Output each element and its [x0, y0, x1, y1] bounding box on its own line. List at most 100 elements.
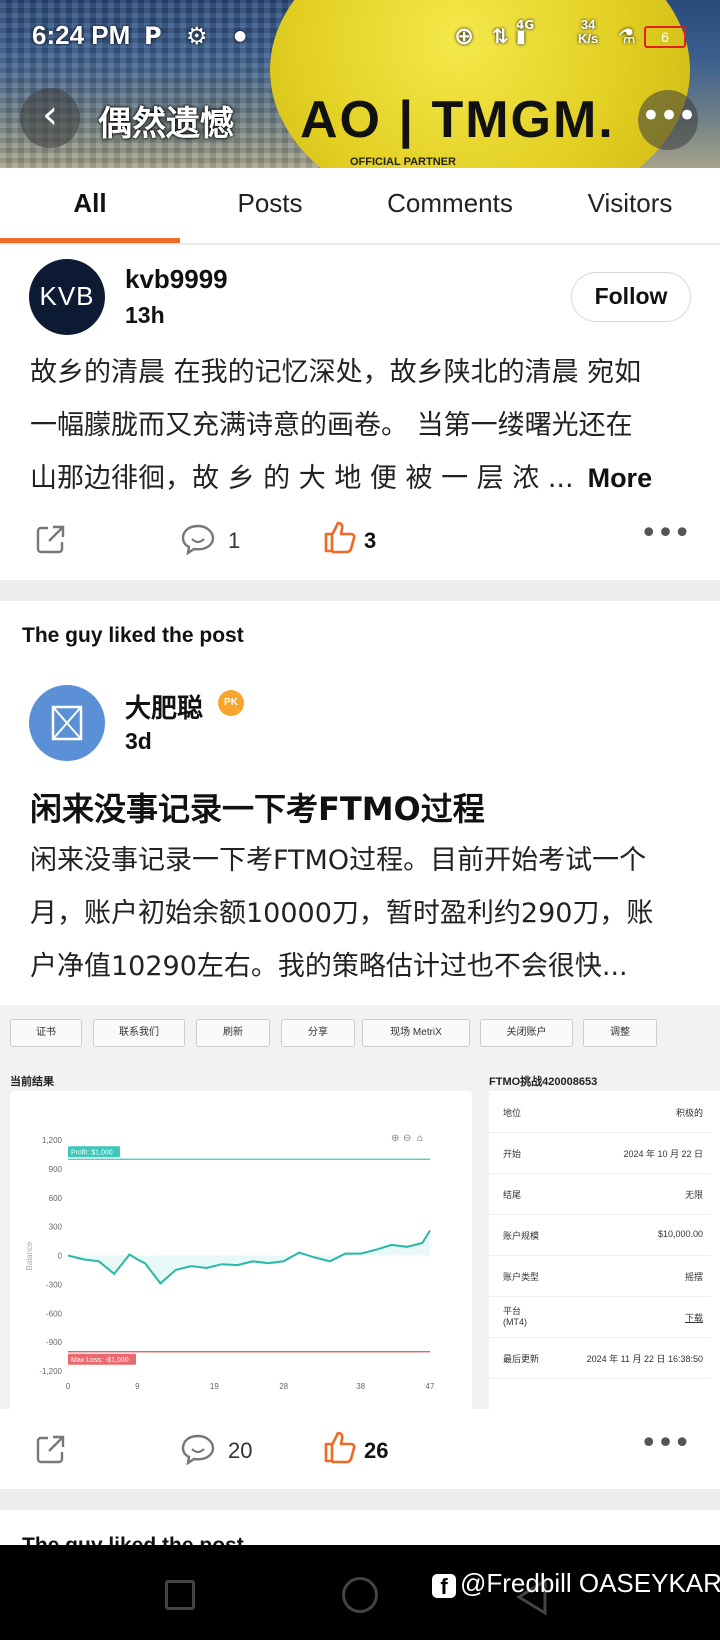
profit-label: Profit: $1,000: [71, 1149, 113, 1156]
tab-visitors[interactable]: Visitors: [540, 188, 720, 219]
info-value: 无限: [684, 1190, 703, 1200]
chart-panel-title: 当前结果: [10, 1076, 54, 1088]
y-tick-label: -900: [46, 1338, 63, 1347]
y-tick-label: 600: [49, 1194, 63, 1203]
ellipsis-icon: •••: [640, 96, 697, 136]
tab-bar: All Posts Comments Visitors: [0, 168, 720, 244]
thumbs-up-icon: [324, 521, 356, 554]
post-menu-button[interactable]: •••: [640, 1426, 691, 1461]
signal-arrows-icon: ⇅: [492, 24, 509, 48]
share-button[interactable]: [34, 522, 68, 560]
info-value: 2024 年 10 月 22 日: [623, 1149, 703, 1159]
watermark: f @Fredbill OASEYKAR: [432, 1568, 720, 1599]
balance-chart: 1,200 900 600 300 0 -300 -600 -900 -1,200 0 9 19 28 3…: [25, 1133, 435, 1391]
info-key: 开始: [503, 1149, 522, 1159]
comment-count: 1: [228, 528, 241, 553]
chart-panel: 1,200 900 600 300 0 -300 -600 -900 -1,200 0 9 19 28 3…: [10, 1091, 472, 1409]
data-saver-icon: ⊕: [454, 22, 475, 50]
comment-button[interactable]: [180, 522, 216, 560]
toolbar-button: 调整: [583, 1019, 657, 1047]
post-body[interactable]: 闲来没事记录一下考FTMO过程。目前开始考试一个 月，账户初始余额10000刀，…: [30, 834, 653, 993]
account-info-panel: 地位 积极的开始 2024 年 10 月 22 日结尾 无限账户规模 $10,000.0…: [489, 1091, 720, 1409]
y-tick-label: 900: [49, 1165, 63, 1174]
post-body-line: 山那边徘徊，故 乡 的 大 地 便 被 一 层 浓 ... More: [30, 463, 653, 494]
liked-note: The guy liked the post: [22, 624, 244, 647]
y-tick-label: 1,200: [42, 1136, 63, 1145]
toolbar-button: 证书: [10, 1019, 82, 1047]
toolbar-button: 刷新: [196, 1019, 270, 1047]
info-row: 最后更新 2024 年 11 月 22 日 16:38:50: [489, 1337, 711, 1379]
more-options-button[interactable]: •••: [638, 90, 698, 150]
facebook-icon: f: [432, 1574, 456, 1599]
share-icon: [36, 525, 65, 554]
signal-bars-icon: ▮: [516, 26, 526, 47]
like-button[interactable]: [322, 519, 358, 559]
username[interactable]: 大肥聪: [125, 688, 203, 725]
comment-count: 20: [228, 1438, 253, 1463]
gear-icon: ⚙: [186, 22, 208, 50]
balance-area: [68, 1230, 430, 1284]
post-title[interactable]: 闲来没事记录一下考FTMO过程: [30, 784, 485, 830]
x-tick-label: 0: [66, 1382, 71, 1391]
y-tick-label: 300: [49, 1223, 63, 1232]
y-tick-label: -300: [46, 1280, 63, 1289]
network-speed: 34 K/s: [578, 17, 599, 46]
y-tick-label: -600: [46, 1309, 63, 1318]
like-count: 3: [364, 528, 377, 553]
tab-posts[interactable]: Posts: [180, 188, 360, 219]
x-tick-label: 28: [279, 1382, 288, 1391]
share-button[interactable]: [34, 1432, 68, 1470]
post-body-line: 户净值10290左右。我的策略估计过也不会很快...: [30, 951, 628, 982]
post-time: 13h: [125, 302, 165, 328]
like-button[interactable]: [322, 1429, 358, 1469]
info-value: 下载: [684, 1313, 703, 1323]
banner-brand: AO | TMGM.: [300, 91, 615, 149]
status-bar: 6:24 PM P ⚙ ● ⊕ ⇅ 4G ▮ 34 K/s ⚗ 6: [0, 18, 720, 58]
info-row: 平台 (MT4) 下载: [489, 1296, 711, 1338]
recents-button[interactable]: [165, 1580, 195, 1610]
tab-all[interactable]: All: [0, 188, 180, 219]
like-count: 26: [364, 1438, 389, 1463]
post-actions: 1 3 •••: [0, 510, 720, 570]
info-row: 地位 积极的: [489, 1091, 711, 1133]
chevron-left-icon: ‹: [42, 92, 58, 138]
flask-icon: ⚗: [618, 24, 636, 48]
info-row: 开始 2024 年 10 月 22 日: [489, 1132, 711, 1174]
profile-header: AO | TMGM. OFFICIAL PARTNER 6:24 PM P ⚙ …: [0, 0, 720, 168]
post-body-line: 故乡的清晨 在我的记忆深处，故乡陕北的清晨 宛如: [30, 357, 642, 388]
thumbs-up-icon: [324, 1431, 356, 1464]
post-body-line: 闲来没事记录一下考FTMO过程。目前开始考试一个: [30, 845, 647, 876]
y-tick-label: 0: [58, 1252, 63, 1261]
more-link[interactable]: More: [588, 463, 653, 493]
x-tick-label: 38: [356, 1382, 365, 1391]
username[interactable]: kvb9999: [125, 264, 228, 295]
post-body[interactable]: 故乡的清晨 在我的记忆深处，故乡陕北的清晨 宛如 一幅朦胧而又充满诗意的画卷。 …: [30, 346, 652, 505]
info-value: 摇摆: [684, 1272, 703, 1282]
comment-button[interactable]: [180, 1432, 216, 1470]
x-tick-label: 19: [210, 1382, 219, 1391]
post-menu-button[interactable]: •••: [640, 516, 691, 551]
follow-button[interactable]: Follow: [571, 272, 691, 322]
back-button[interactable]: ‹: [20, 88, 80, 148]
comment-icon: [181, 1434, 215, 1466]
info-key: 结尾: [503, 1190, 522, 1200]
loss-label: Max Loss: -$1,000: [71, 1357, 129, 1364]
y-axis-label: Balance: [25, 1241, 34, 1270]
info-key: 账户类型: [503, 1272, 540, 1282]
parking-icon: P: [144, 22, 162, 50]
avatar[interactable]: [29, 685, 105, 761]
toolbar-button: 关闭账户: [480, 1019, 573, 1047]
avatar[interactable]: KVB: [29, 259, 105, 335]
info-value: $10,000.00: [657, 1229, 703, 1239]
post-body-line: 月，账户初始余额10000刀，暂时盈利约290刀，账: [30, 898, 654, 929]
pk-badge: PK: [218, 690, 244, 716]
battery-indicator: 6: [644, 26, 686, 48]
info-value: 2024 年 11 月 22 日 16:38:50: [586, 1354, 703, 1364]
share-icon: [36, 1435, 65, 1464]
post-image[interactable]: 证书 联系我们 刷新 分享 现场 MetriX 关闭账户 调整 当前结果 FTM…: [0, 1005, 720, 1409]
post-body-line: 一幅朦胧而又充满诗意的画卷。 当第一缕曙光还在: [30, 410, 633, 441]
info-panel-title: FTMO挑战420008653: [489, 1076, 598, 1088]
info-key: 账户规模: [503, 1231, 540, 1241]
tab-comments[interactable]: Comments: [360, 188, 540, 219]
home-button[interactable]: [342, 1577, 378, 1613]
